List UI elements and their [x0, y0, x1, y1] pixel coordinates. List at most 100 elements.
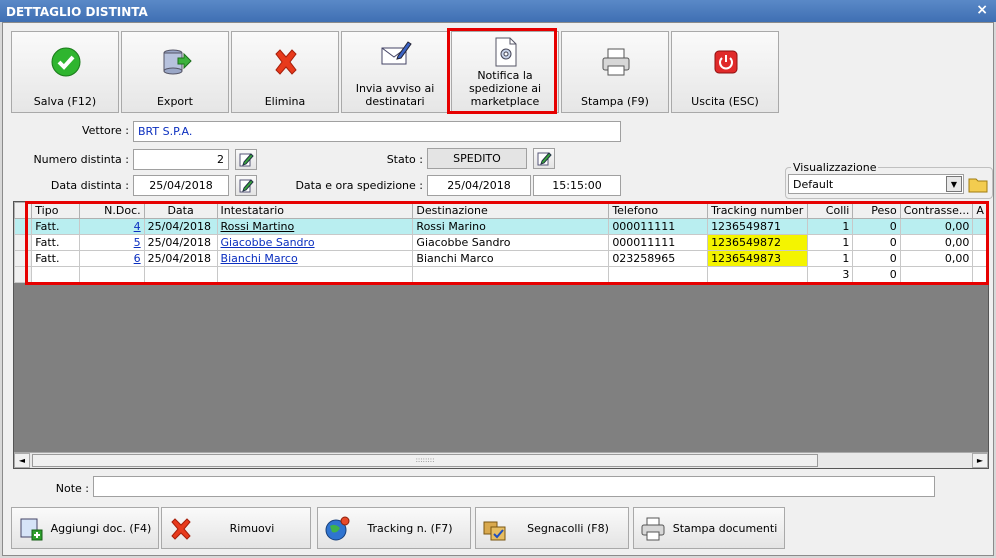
cell-ndoc[interactable]: 4 [78, 218, 145, 235]
delete-button[interactable]: Elimina [231, 31, 339, 113]
spedizione-date-field[interactable]: 25/04/2018 [427, 175, 531, 196]
cell-extra [972, 218, 988, 235]
cell-contrassegno: 0,00 [899, 234, 974, 251]
spedizione-label: Data e ora spedizione : [295, 179, 423, 192]
cell-tipo: Fatt. [31, 234, 80, 251]
notify-marketplace-label: Notifica la spedizione ai marketplace [468, 69, 542, 108]
cell-peso: 0 [852, 250, 901, 267]
edit-data-button[interactable] [235, 175, 257, 196]
cell-extra [972, 234, 988, 251]
horizontal-scrollbar[interactable]: ◄ :::::::: ► [14, 452, 988, 468]
notify-recipients-button[interactable]: Invia avviso ai destinatari [341, 31, 449, 113]
exit-label: Uscita (ESC) [691, 95, 759, 108]
cell-destinazione: Bianchi Marco [412, 250, 610, 267]
column-header[interactable]: A [972, 202, 988, 219]
column-header[interactable]: N.Doc. [78, 202, 145, 219]
stato-label: Stato : [386, 153, 423, 166]
print-button[interactable]: Stampa (F9) [561, 31, 669, 113]
title-bar: DETTAGLIO DISTINTA × [0, 0, 996, 22]
tracking-label: Tracking n. (F7) [367, 522, 453, 535]
packages-icon [483, 521, 506, 541]
ndoc-link[interactable]: 4 [134, 220, 141, 233]
numero-distinta-field[interactable]: 2 [133, 149, 229, 170]
documents-grid[interactable]: Tipo N.Doc. Data Intestatario Destinazio… [13, 201, 989, 469]
column-header[interactable]: Tipo [31, 202, 80, 219]
cell-ndoc[interactable]: 5 [78, 234, 145, 251]
cell-telefono: 000011111 [608, 234, 709, 251]
power-icon [714, 50, 738, 74]
ndoc-link[interactable]: 6 [134, 252, 141, 265]
envelope-pen-icon [381, 41, 412, 65]
note-field[interactable] [93, 476, 935, 497]
print-documents-label: Stampa documenti [672, 522, 778, 535]
scroll-left-icon[interactable]: ◄ [14, 453, 30, 468]
column-header[interactable]: Intestatario [216, 202, 414, 219]
spedizione-time-field[interactable]: 15:15:00 [533, 175, 621, 196]
column-header[interactable]: Destinazione [412, 202, 610, 219]
edit-stato-button[interactable] [533, 148, 555, 169]
cell-data: 25/04/2018 [143, 218, 218, 235]
folder-icon[interactable] [967, 173, 989, 195]
exit-button[interactable]: Uscita (ESC) [671, 31, 779, 113]
checkmark-icon [51, 47, 81, 77]
edit-numero-button[interactable] [235, 149, 257, 170]
row-header-corner [14, 202, 33, 219]
add-document-icon [20, 518, 43, 541]
notify-marketplace-button[interactable]: Notifica la spedizione ai marketplace [451, 31, 559, 113]
cell-destinazione: Rossi Marino [412, 218, 610, 235]
cell-tracking: 1236549871 [707, 218, 809, 235]
labels-button[interactable]: Segnacolli (F8) [475, 507, 629, 549]
export-button[interactable]: Export [121, 31, 229, 113]
cell-contrassegno: 0,00 [899, 250, 974, 267]
cell-data: 25/04/2018 [143, 250, 218, 267]
cell-tracking: 1236549873 [707, 250, 809, 267]
cell-colli: 1 [807, 250, 854, 267]
intestatario-link[interactable]: Rossi Martino [221, 220, 295, 233]
row-header[interactable] [14, 218, 33, 235]
cell-peso: 0 [852, 234, 901, 251]
tracking-button[interactable]: Tracking n. (F7) [317, 507, 471, 549]
save-label: Salva (F12) [33, 95, 97, 108]
data-distinta-label: Data distinta : [50, 179, 129, 192]
print-label: Stampa (F9) [581, 95, 649, 108]
column-header[interactable]: Contrasse... [899, 202, 974, 219]
cell-intestatario[interactable]: Bianchi Marco [216, 250, 414, 267]
remove-button[interactable]: Rimuovi [161, 507, 311, 549]
cell-telefono: 000011111 [608, 218, 709, 235]
window-title: DETTAGLIO DISTINTA [6, 5, 148, 19]
ndoc-link[interactable]: 5 [134, 236, 141, 249]
print-documents-button[interactable]: Stampa documenti [633, 507, 785, 549]
edit-icon [239, 153, 254, 167]
add-document-button[interactable]: Aggiungi doc. (F4) [11, 507, 159, 549]
intestatario-link[interactable]: Bianchi Marco [221, 252, 298, 265]
column-header[interactable]: Peso [852, 202, 901, 219]
intestatario-link[interactable]: Giacobbe Sandro [221, 236, 315, 249]
table-row[interactable]: Fatt. 6 25/04/2018 Bianchi Marco Bianchi… [14, 250, 988, 267]
row-header[interactable] [14, 234, 33, 251]
table-row[interactable]: Fatt. 5 25/04/2018 Giacobbe Sandro Giaco… [14, 234, 988, 251]
column-header[interactable]: Colli [807, 202, 854, 219]
data-distinta-field[interactable]: 25/04/2018 [133, 175, 229, 196]
scroll-thumb[interactable]: :::::::: [32, 454, 818, 467]
visualizzazione-select[interactable]: Default ▼ [788, 174, 964, 194]
column-header[interactable]: Telefono [608, 202, 709, 219]
cell-intestatario[interactable]: Giacobbe Sandro [216, 234, 414, 251]
table-row[interactable]: Fatt. 4 25/04/2018 Rossi Martino Rossi M… [14, 218, 988, 235]
delete-x-icon [275, 49, 297, 75]
documents-table: Tipo N.Doc. Data Intestatario Destinazio… [14, 202, 988, 283]
row-header[interactable] [14, 250, 33, 267]
note-label: Note : [55, 482, 89, 495]
close-icon[interactable]: × [976, 2, 988, 18]
cell-colli: 1 [807, 218, 854, 235]
edit-icon [537, 152, 552, 166]
column-header[interactable]: Tracking number [707, 202, 809, 219]
vettore-field[interactable]: BRT S.P.A. [133, 121, 621, 142]
scroll-right-icon[interactable]: ► [972, 453, 988, 468]
chevron-down-icon[interactable]: ▼ [946, 176, 962, 192]
cell-ndoc[interactable]: 6 [78, 250, 145, 267]
save-button[interactable]: Salva (F12) [11, 31, 119, 113]
column-header[interactable]: Data [143, 202, 218, 219]
cell-intestatario[interactable]: Rossi Martino [216, 218, 414, 235]
vettore-label: Vettore : [81, 124, 129, 137]
visualizzazione-value: Default [793, 178, 834, 191]
